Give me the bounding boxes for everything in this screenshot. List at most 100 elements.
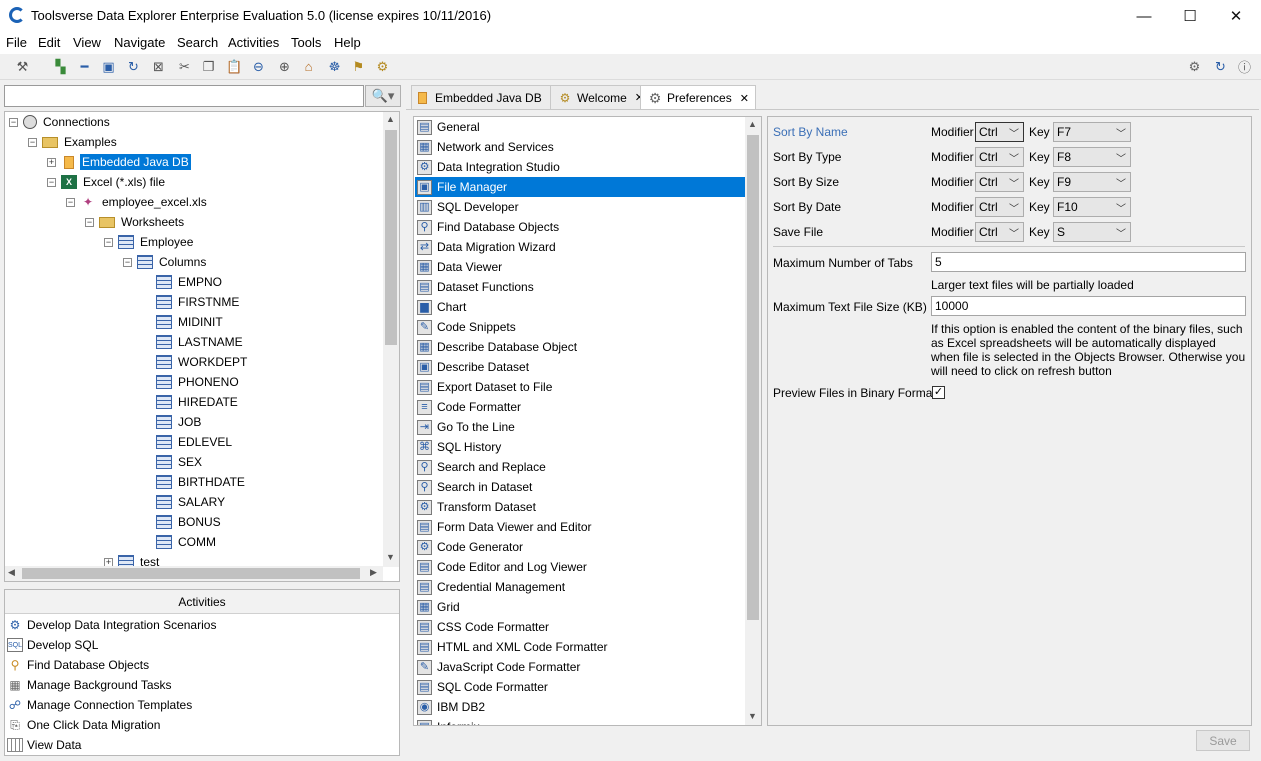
search-icon[interactable]: 🔍▾	[365, 85, 401, 107]
pref-item-network-and-services[interactable]: ▦ Network and Services	[415, 137, 746, 157]
pref-item-general[interactable]: ▤ General	[415, 117, 746, 137]
tree-horizontal-scroll-thumb[interactable]	[22, 568, 360, 579]
pref-item-file-manager[interactable]: ▣ File Manager	[415, 177, 746, 197]
tab-preferences[interactable]: ⚙ Preferences ✕	[640, 85, 756, 110]
plugin-icon[interactable]: ⚙	[374, 58, 391, 75]
scroll-up-arrow-icon[interactable]: ▲	[748, 119, 757, 129]
pref-item-data-viewer[interactable]: ▦ Data Viewer	[415, 257, 746, 277]
add-connection-icon[interactable]: ▚	[52, 58, 69, 75]
tree-node[interactable]: HIREDATE	[156, 392, 240, 412]
pref-item-sql-history[interactable]: ⌘ SQL History	[415, 437, 746, 457]
pref-item-code-formatter[interactable]: ≡ Code Formatter	[415, 397, 746, 417]
scroll-up-arrow-icon[interactable]: ▲	[386, 114, 395, 124]
minimize-button[interactable]: —	[1121, 0, 1167, 32]
pref-item-css-code-formatter[interactable]: ▤ CSS Code Formatter	[415, 617, 746, 637]
tree-vertical-scroll-thumb[interactable]	[385, 130, 397, 345]
paste-icon[interactable]: 📋	[226, 58, 243, 75]
menu-edit[interactable]: Edit	[38, 35, 60, 50]
scroll-down-arrow-icon[interactable]: ▼	[748, 711, 757, 721]
forward-icon[interactable]: ⊕	[276, 58, 293, 75]
collapse-toggle-icon[interactable]: −	[9, 117, 18, 127]
collapse-toggle-icon[interactable]: −	[47, 177, 56, 187]
pref-item-code-snippets[interactable]: ✎ Code Snippets	[415, 317, 746, 337]
pref-item-credential-management[interactable]: ▤ Credential Management	[415, 577, 746, 597]
tree-node[interactable]: − Connections	[9, 112, 112, 132]
settings-gear-icon[interactable]: ⚙	[1186, 58, 1203, 75]
menu-search[interactable]: Search	[177, 35, 218, 50]
collapse-toggle-icon[interactable]: −	[28, 137, 37, 147]
activity-item[interactable]: View Data	[7, 735, 81, 755]
connections-tree[interactable]: − Connections − Examples + Embedded Java…	[4, 111, 400, 582]
pref-item-search-and-replace[interactable]: ⚲ Search and Replace	[415, 457, 746, 477]
tab-welcome[interactable]: ⚙ Welcome ✕	[550, 85, 652, 109]
back-icon[interactable]: ⊖	[250, 58, 267, 75]
tree-node[interactable]: EDLEVEL	[156, 432, 234, 452]
menu-file[interactable]: File	[6, 35, 27, 50]
maximize-button[interactable]: ☐	[1167, 0, 1213, 32]
modifier-select[interactable]: Ctrl ﹀	[975, 222, 1024, 242]
save-button[interactable]: Save	[1196, 730, 1250, 751]
preferences-scroll-thumb[interactable]	[747, 135, 759, 620]
modifier-select[interactable]: Ctrl ﹀	[975, 172, 1024, 192]
pref-item-javascript-code-formatter[interactable]: ✎ JavaScript Code Formatter	[415, 657, 746, 677]
tab-embedded-java-db[interactable]: Embedded Java DB ✕	[411, 85, 566, 109]
pref-item-grid[interactable]: ▦ Grid	[415, 597, 746, 617]
key-select[interactable]: S ﹀	[1053, 222, 1131, 242]
tree-node[interactable]: − Examples	[28, 132, 119, 152]
menu-help[interactable]: Help	[334, 35, 361, 50]
cut-icon[interactable]: ✂	[176, 58, 193, 75]
pref-item-form-data-viewer-and-editor[interactable]: ▤ Form Data Viewer and Editor	[415, 517, 746, 537]
key-select[interactable]: F9 ﹀	[1053, 172, 1131, 192]
activity-item[interactable]: SQL Develop SQL	[7, 635, 98, 655]
menu-tools[interactable]: Tools	[291, 35, 321, 50]
menu-view[interactable]: View	[73, 35, 101, 50]
copy-icon[interactable]: ❐	[200, 58, 217, 75]
tree-node[interactable]: FIRSTNME	[156, 292, 241, 312]
tree-node[interactable]: BONUS	[156, 512, 223, 532]
tree-node[interactable]: WORKDEPT	[156, 352, 249, 372]
pref-item-sql-developer[interactable]: ▥ SQL Developer	[415, 197, 746, 217]
signpost-icon[interactable]: ⚑	[350, 58, 367, 75]
pref-item-search-in-dataset[interactable]: ⚲ Search in Dataset	[415, 477, 746, 497]
close-tab-icon[interactable]: ✕	[740, 92, 749, 105]
pref-item-code-generator[interactable]: ⚙ Code Generator	[415, 537, 746, 557]
modifier-select[interactable]: Ctrl ﹀	[975, 147, 1024, 167]
tree-node[interactable]: JOB	[156, 412, 203, 432]
menu-activities[interactable]: Activities	[228, 35, 279, 50]
collapse-toggle-icon[interactable]: −	[85, 217, 94, 227]
remove-icon[interactable]: ━	[76, 58, 93, 75]
tree-node[interactable]: − Worksheets	[85, 212, 186, 232]
pref-item-data-migration-wizard[interactable]: ⇄ Data Migration Wizard	[415, 237, 746, 257]
pref-item-code-editor-and-log-viewer[interactable]: ▤ Code Editor and Log Viewer	[415, 557, 746, 577]
pref-item-sql-code-formatter[interactable]: ▤ SQL Code Formatter	[415, 677, 746, 697]
activity-item[interactable]: ⚲ Find Database Objects	[7, 655, 149, 675]
scroll-right-arrow-icon[interactable]: ▶	[370, 567, 377, 578]
preferences-list[interactable]: ▤ General ▦ Network and Services ⚙ Data Integ…	[413, 116, 762, 726]
refresh-icon[interactable]: ↻	[125, 58, 142, 75]
tree-node[interactable]: + Embedded Java DB	[47, 152, 191, 172]
activity-item[interactable]: ⎘ One Click Data Migration	[7, 715, 160, 735]
key-select[interactable]: F10 ﹀	[1053, 197, 1131, 217]
tree-node[interactable]: LASTNAME	[156, 332, 245, 352]
tree-node[interactable]: − Columns	[123, 252, 208, 272]
tree-node[interactable]: SALARY	[156, 492, 227, 512]
info-icon[interactable]: ⓘ	[1236, 58, 1253, 75]
tree-node[interactable]: EMPNO	[156, 272, 224, 292]
network-icon[interactable]: ☸	[326, 58, 343, 75]
tree-node[interactable]: SEX	[156, 452, 204, 472]
max-tabs-input[interactable]: 5	[931, 252, 1246, 272]
scroll-left-arrow-icon[interactable]: ◀	[8, 567, 15, 578]
pref-item-chart[interactable]: ▆ Chart	[415, 297, 746, 317]
home-icon[interactable]: ⌂	[300, 58, 317, 75]
pref-item-describe-database-object[interactable]: ▦ Describe Database Object	[415, 337, 746, 357]
scroll-down-arrow-icon[interactable]: ▼	[386, 552, 395, 562]
pref-item-html-and-xml-code-formatter[interactable]: ▤ HTML and XML Code Formatter	[415, 637, 746, 657]
expand-toggle-icon[interactable]: +	[47, 157, 56, 167]
close-button[interactable]: ✕	[1213, 0, 1259, 32]
max-file-size-input[interactable]: 10000	[931, 296, 1246, 316]
tree-node[interactable]: PHONENO	[156, 372, 241, 392]
pref-item-go-to-the-line[interactable]: ⇥ Go To the Line	[415, 417, 746, 437]
key-select[interactable]: F7 ﹀	[1053, 122, 1131, 142]
activity-item[interactable]: ☍ Manage Connection Templates	[7, 695, 192, 715]
tree-node[interactable]: COMM	[156, 532, 218, 552]
